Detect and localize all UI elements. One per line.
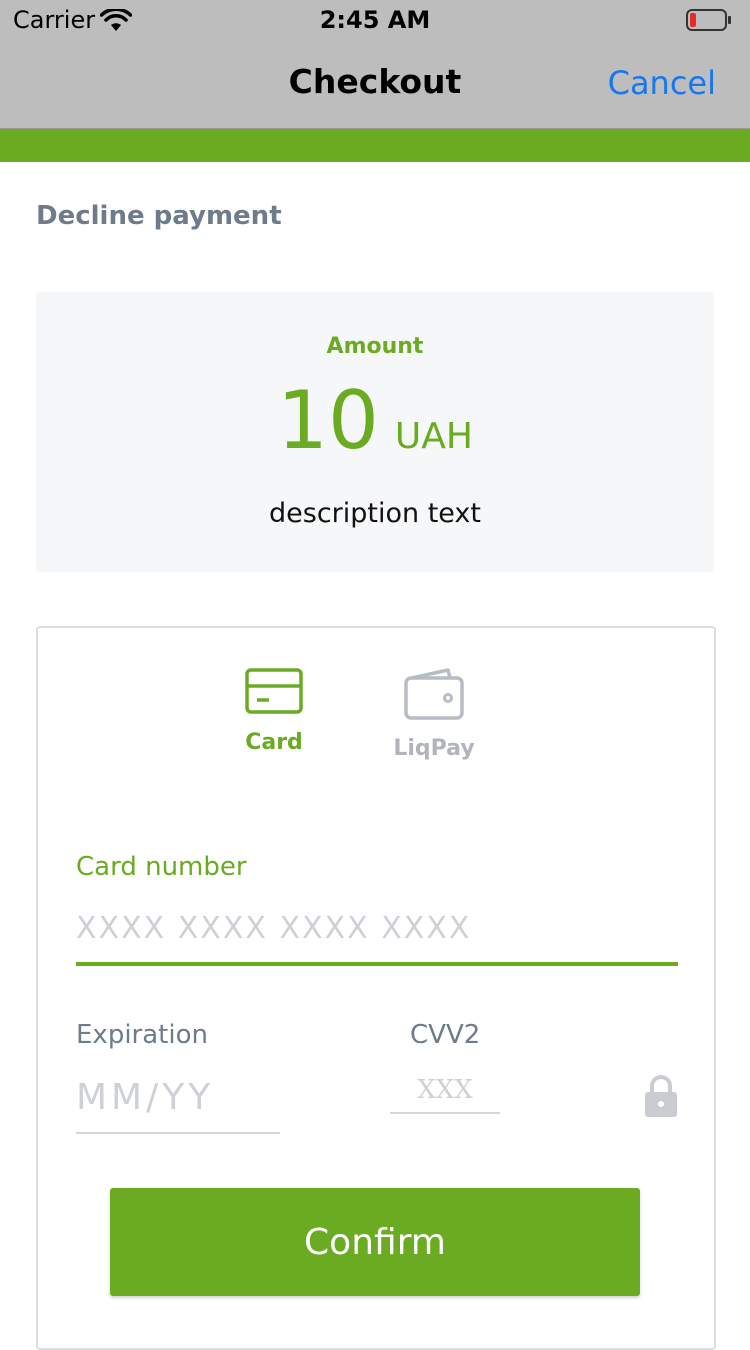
expiration-input[interactable] — [76, 1062, 280, 1134]
lock-icon — [644, 1074, 678, 1118]
credit-card-icon — [245, 668, 303, 718]
wallet-icon — [404, 668, 464, 724]
method-card-label: Card — [245, 730, 303, 755]
nav-bar: Checkout Cancel — [0, 40, 750, 129]
method-card-tab[interactable]: Card — [214, 668, 334, 755]
accent-bar — [0, 129, 750, 162]
method-liqpay-tab[interactable]: LiqPay — [374, 668, 494, 761]
cancel-button[interactable]: Cancel — [608, 64, 716, 102]
status-bar: Carrier 2:45 AM — [0, 0, 750, 40]
battery-low-icon — [686, 9, 732, 31]
decline-payment-link[interactable]: Decline payment — [36, 201, 282, 231]
amount-panel: Amount 10 UAH description text — [36, 292, 714, 572]
status-time: 2:45 AM — [319, 6, 431, 34]
amount-currency: UAH — [394, 416, 473, 457]
method-liqpay-label: LiqPay — [393, 736, 475, 761]
amount-value: 10 — [277, 374, 379, 467]
expiration-label: Expiration — [76, 1020, 208, 1050]
amount-description: description text — [269, 498, 481, 529]
cvv-input[interactable] — [390, 1068, 500, 1114]
card-number-input[interactable] — [76, 894, 678, 966]
amount-label: Amount — [326, 334, 424, 359]
confirm-button[interactable]: Confirm — [110, 1188, 640, 1296]
card-number-label: Card number — [76, 852, 247, 882]
payment-form-card: Card LiqPay Card number Expiration CVV2 … — [36, 626, 716, 1350]
cvv-label: CVV2 — [410, 1020, 481, 1050]
amount-display: 10 UAH — [36, 374, 714, 467]
